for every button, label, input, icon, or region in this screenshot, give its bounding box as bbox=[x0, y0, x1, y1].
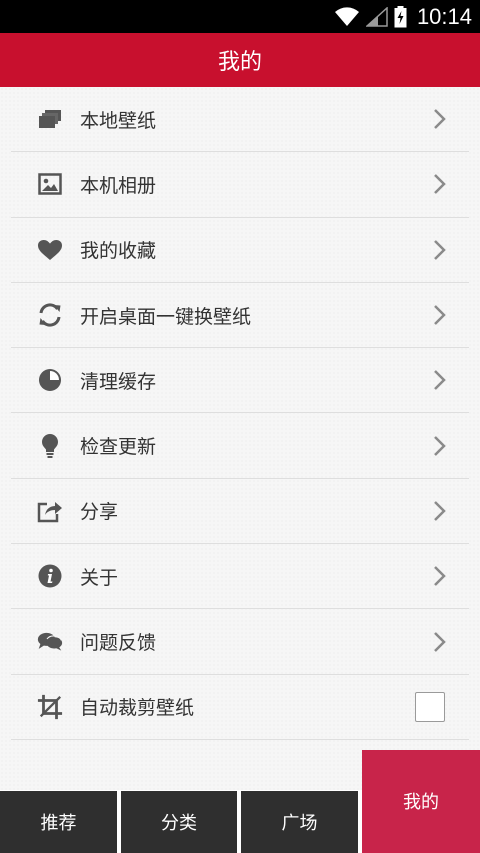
menu-item-share[interactable]: 分享 bbox=[11, 479, 469, 545]
chevron-right-icon bbox=[434, 239, 446, 260]
menu-list: 本地壁纸 本机相册 我的收藏 开启桌面一键换壁纸 清理缓存 检查更新 分享 关于… bbox=[11, 87, 469, 740]
local-wallpaper-icon bbox=[37, 106, 63, 132]
menu-item-label: 本机相册 bbox=[80, 174, 157, 197]
chevron-right-icon bbox=[434, 631, 446, 652]
tab-recommend[interactable]: 推荐 bbox=[0, 791, 117, 853]
chevron-right-icon bbox=[434, 370, 446, 391]
chevron-right-icon bbox=[434, 305, 446, 325]
tab-label: 我的 bbox=[403, 792, 439, 813]
menu-item-about[interactable]: 关于 bbox=[11, 544, 469, 610]
menu-item-check-update[interactable]: 检查更新 bbox=[11, 413, 469, 479]
menu-item-label: 检查更新 bbox=[80, 436, 157, 459]
title-bar: 我的 bbox=[0, 33, 480, 87]
menu-item-one-tap-wallpaper[interactable]: 开启桌面一键换壁纸 bbox=[11, 283, 469, 349]
battery-charging-icon bbox=[394, 5, 407, 27]
refresh-icon bbox=[37, 302, 63, 328]
crop-icon bbox=[37, 694, 63, 720]
tab-label: 分类 bbox=[161, 813, 197, 834]
menu-item-label: 本地壁纸 bbox=[80, 109, 157, 132]
share-icon bbox=[37, 498, 63, 524]
menu-item-photo-album[interactable]: 本机相册 bbox=[11, 152, 469, 218]
pie-chart-icon bbox=[37, 367, 63, 393]
bottom-nav: 推荐 分类 广场 我的 bbox=[0, 750, 480, 853]
menu-item-label: 开启桌面一键换壁纸 bbox=[80, 305, 252, 328]
settings-panel: 本地壁纸 本机相册 我的收藏 开启桌面一键换壁纸 清理缓存 检查更新 分享 关于… bbox=[0, 87, 480, 790]
tab-mine[interactable]: 我的 bbox=[362, 750, 480, 853]
image-icon bbox=[37, 171, 63, 197]
page-title: 我的 bbox=[217, 50, 262, 75]
menu-item-local-wallpaper[interactable]: 本地壁纸 bbox=[11, 87, 469, 153]
menu-item-favorites[interactable]: 我的收藏 bbox=[11, 218, 469, 283]
info-icon bbox=[37, 563, 63, 589]
chat-bubbles-icon bbox=[37, 629, 63, 655]
auto-crop-checkbox[interactable] bbox=[415, 691, 445, 722]
status-bar: 10:14 bbox=[0, 0, 480, 33]
menu-item-feedback[interactable]: 问题反馈 bbox=[11, 609, 469, 675]
clock: 10:14 bbox=[416, 3, 472, 29]
chevron-right-icon bbox=[434, 109, 446, 130]
menu-item-label: 自动裁剪壁纸 bbox=[80, 697, 195, 720]
menu-item-label: 我的收藏 bbox=[80, 240, 157, 263]
tab-categories[interactable]: 分类 bbox=[121, 791, 237, 853]
tab-square[interactable]: 广场 bbox=[241, 791, 358, 853]
chevron-right-icon bbox=[434, 435, 446, 456]
menu-item-label: 问题反馈 bbox=[80, 632, 157, 655]
heart-icon bbox=[37, 237, 63, 263]
chevron-right-icon bbox=[434, 501, 446, 521]
menu-item-auto-crop[interactable]: 自动裁剪壁纸 bbox=[11, 675, 469, 740]
cell-signal-icon bbox=[365, 6, 388, 27]
lightbulb-icon bbox=[37, 433, 63, 459]
menu-item-clear-cache[interactable]: 清理缓存 bbox=[11, 348, 469, 414]
menu-item-label: 关于 bbox=[80, 566, 119, 589]
tab-label: 广场 bbox=[281, 813, 318, 834]
chevron-right-icon bbox=[434, 566, 446, 587]
tab-label: 推荐 bbox=[40, 813, 77, 834]
menu-item-label: 清理缓存 bbox=[80, 370, 157, 393]
wifi-icon bbox=[334, 6, 359, 26]
menu-item-label: 分享 bbox=[80, 501, 119, 524]
chevron-right-icon bbox=[434, 174, 446, 195]
